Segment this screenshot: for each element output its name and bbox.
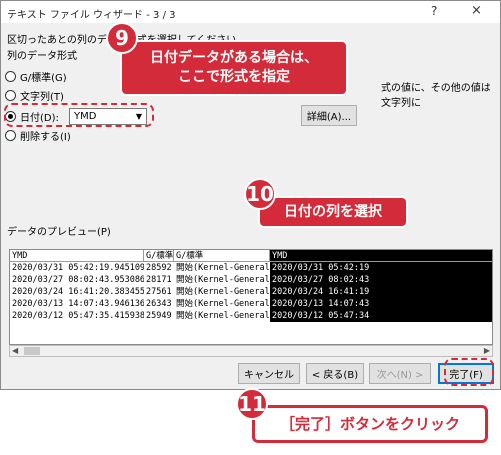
step-badge-10: 10 bbox=[244, 178, 276, 210]
data-preview[interactable]: YMD 2020/03/31 05:42:19.9451098 2020/03/… bbox=[9, 249, 493, 345]
cell: 27561 bbox=[146, 287, 172, 297]
step-badge-9: 9 bbox=[106, 22, 138, 54]
horizontal-scrollbar[interactable]: ◀ ▶ bbox=[9, 345, 493, 357]
radio-general-label: G/標準(G) bbox=[20, 73, 67, 84]
column-header[interactable]: YMD bbox=[10, 250, 144, 262]
scroll-right-icon[interactable]: ▶ bbox=[484, 346, 490, 355]
cell: 2020/03/12 05:47:34 bbox=[270, 310, 492, 322]
info-text: 式の値に、その他の値は文字列に bbox=[381, 83, 491, 109]
cell: 2020/03/13 14:07:43.9461369 bbox=[12, 299, 144, 309]
preview-column-1[interactable]: YMD 2020/03/31 05:42:19.9451098 2020/03/… bbox=[10, 250, 144, 334]
column-header[interactable]: YMD bbox=[270, 250, 492, 262]
cell: 2020/03/31 05:42:19.9451098 bbox=[12, 263, 144, 273]
finish-button-highlight bbox=[444, 358, 494, 386]
cell: 2020/03/27 08:02:43.9530864 bbox=[12, 275, 144, 285]
next-button[interactable]: 次へ(N) > bbox=[369, 363, 431, 384]
title-bar: テキスト ファイル ウィザード - 3 / 3 ? × bbox=[1, 1, 500, 23]
radio-text[interactable]: 文字列(T) bbox=[5, 88, 64, 103]
window-title: テキスト ファイル ウィザード - 3 / 3 bbox=[7, 10, 176, 21]
cell: 28171 bbox=[146, 275, 172, 285]
cell: 2020/03/12 05:47:35.4159385 bbox=[12, 311, 144, 321]
cell: 開始(Kernel-General) bbox=[176, 263, 270, 273]
cancel-button[interactable]: キャンセル bbox=[238, 363, 300, 384]
scroll-thumb[interactable] bbox=[24, 347, 40, 355]
date-option-highlight bbox=[4, 103, 154, 127]
step-badge-11: 11 bbox=[236, 388, 268, 420]
callout-10: 日付の列を選択 bbox=[258, 196, 408, 228]
preview-label: データのプレビュー(P) bbox=[7, 227, 111, 238]
cell: 開始(Kernel-General) bbox=[176, 287, 270, 297]
column-header[interactable]: G/標準 bbox=[174, 250, 270, 262]
radio-text-label: 文字列(T) bbox=[20, 92, 64, 103]
radio-general-circle[interactable] bbox=[5, 71, 16, 82]
preview-column-4-selected[interactable]: YMD 2020/03/31 05:42:19 2020/03/27 08:02… bbox=[270, 250, 492, 334]
radio-skip-circle[interactable] bbox=[5, 130, 16, 141]
radio-skip[interactable]: 削除する(I) bbox=[5, 128, 71, 143]
radio-text-circle[interactable] bbox=[5, 90, 16, 101]
preview-column-3[interactable]: G/標準 開始(Kernel-General) 開始(Kernel-Genera… bbox=[174, 250, 270, 334]
cell: 開始(Kernel-General) bbox=[176, 299, 270, 309]
back-button[interactable]: < 戻る(B) bbox=[306, 363, 364, 384]
callout-11: ［完了］ボタンをクリック bbox=[252, 405, 488, 443]
callout-9: 日付データがある場合は、 ここで形式を指定 bbox=[120, 40, 348, 96]
cell: 28592 bbox=[146, 263, 172, 273]
cell: 開始(Kernel-General) bbox=[176, 275, 270, 285]
cell: 2020/03/24 16:41:19 bbox=[270, 286, 492, 298]
cell: 2020/03/31 05:42:19 bbox=[270, 262, 492, 274]
cell: 2020/03/27 08:02:43 bbox=[270, 274, 492, 286]
radio-general[interactable]: G/標準(G) bbox=[5, 69, 67, 84]
cell: 開始(Kernel-General) bbox=[176, 311, 270, 321]
preview-column-2[interactable]: G/標準 28592 28171 27561 26343 25949 bbox=[144, 250, 174, 334]
group-legend: 列のデータ形式 bbox=[7, 51, 77, 62]
scroll-left-icon[interactable]: ◀ bbox=[12, 346, 18, 355]
cell: 25949 bbox=[146, 311, 172, 321]
cell: 2020/03/13 14:07:43 bbox=[270, 298, 492, 310]
radio-skip-label: 削除する(I) bbox=[20, 132, 71, 143]
cell: 26343 bbox=[146, 299, 172, 309]
cell: 2020/03/24 16:41:20.3834553 bbox=[12, 287, 144, 297]
column-header[interactable]: G/標準 bbox=[144, 250, 174, 262]
close-icon[interactable]: × bbox=[471, 3, 482, 18]
advanced-button[interactable]: 詳細(A)... bbox=[301, 105, 357, 126]
help-icon[interactable]: ? bbox=[431, 4, 437, 18]
